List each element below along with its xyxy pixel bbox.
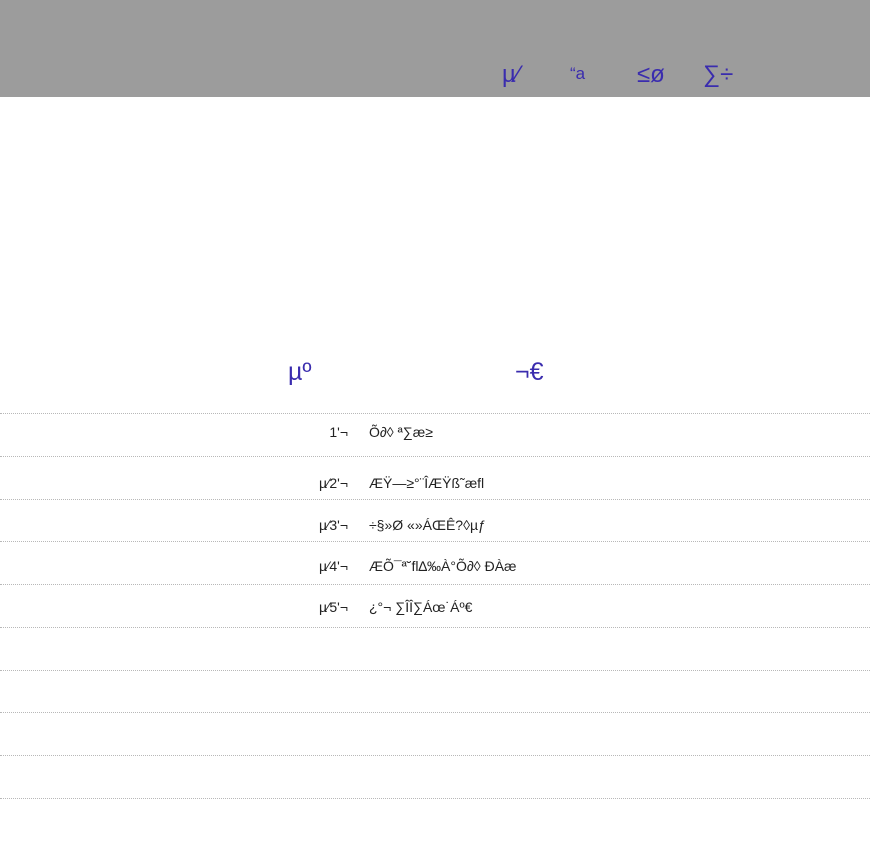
divider	[0, 456, 870, 457]
column-header-1: µº	[288, 358, 312, 386]
divider	[0, 798, 870, 799]
row-link[interactable]: ÆÕ¯ª˘ﬂ∆‰À°Õ∂◊ ÐÀæ	[369, 558, 516, 574]
nav-item-2[interactable]: “a	[570, 59, 585, 89]
divider	[0, 755, 870, 756]
list-item[interactable]: µ⁄4'¬ ÆÕ¯ª˘ﬂ∆‰À°Õ∂◊ ÐÀæ	[0, 548, 870, 590]
row-link[interactable]: ÷§»Ø «»ÁŒÊ?◊µƒ	[369, 517, 486, 533]
nav-item-4[interactable]: ∑÷	[703, 60, 733, 90]
row-number: 1'¬	[329, 424, 348, 440]
row-link[interactable]: ¿°¬ ∑ÎÎ∑Áœ˙Áº€	[369, 599, 472, 615]
row-number: µ⁄3'¬	[318, 517, 348, 533]
column-header-2: ¬€	[515, 358, 544, 386]
list-item[interactable]: µ⁄2'¬ ÆŸ—≥°¨ÎÆŸß˜æﬂ	[0, 465, 870, 507]
divider	[0, 712, 870, 713]
list-item[interactable]: µ⁄3'¬ ÷§»Ø «»ÁŒÊ?◊µƒ	[0, 507, 870, 549]
row-number: µ⁄4'¬	[318, 558, 348, 574]
row-link[interactable]: Õ∂◊ ª∑æ≥	[369, 424, 433, 440]
nav-item-3[interactable]: ≤ø	[637, 60, 665, 90]
nav-item-1[interactable]: µ⁄	[502, 60, 520, 90]
row-link[interactable]: ÆŸ—≥°¨ÎÆŸß˜æﬂ	[369, 475, 484, 491]
list-item[interactable]: 1'¬ Õ∂◊ ª∑æ≥	[0, 414, 870, 456]
row-number: µ⁄2'¬	[318, 475, 348, 491]
list-item[interactable]: µ⁄5'¬ ¿°¬ ∑ÎÎ∑Áœ˙Áº€	[0, 589, 870, 631]
divider	[0, 670, 870, 671]
top-header-bar: µ⁄ “a ≤ø ∑÷	[0, 0, 870, 97]
row-number: µ⁄5'¬	[318, 599, 348, 615]
